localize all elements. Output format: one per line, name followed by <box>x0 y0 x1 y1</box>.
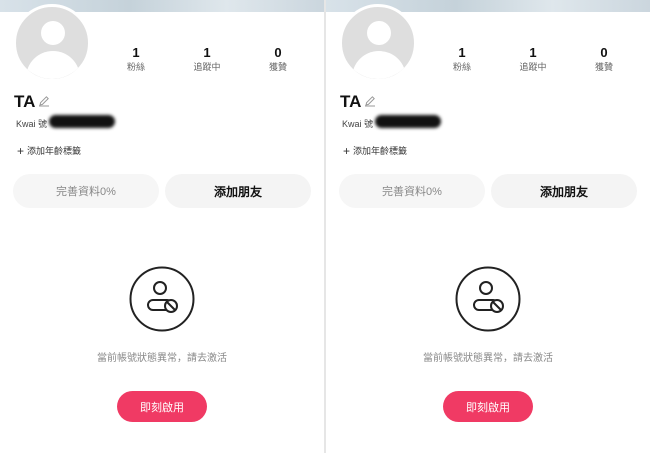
avatar-head-shape <box>367 21 391 45</box>
pencil-icon[interactable] <box>364 95 376 107</box>
kwai-id-redacted <box>375 115 441 128</box>
stat-label: 粉絲 <box>452 62 471 72</box>
profile-panel-left: 1 粉絲 1 追蹤中 0 獲贊 TA Kwai 號 + 添加年齡標籤 完善資料0… <box>0 0 324 453</box>
add-friend-button[interactable]: 添加朋友 <box>491 174 637 208</box>
plus-icon: + <box>343 143 351 158</box>
activate-button[interactable]: 即刻啟用 <box>117 391 207 422</box>
screenshot-comparison: 1 粉絲 1 追蹤中 0 獲贊 TA Kwai 號 + 添加年齡標籤 完善資料0… <box>0 0 650 453</box>
user-blocked-icon <box>129 266 195 332</box>
stat-label: 獲贊 <box>594 62 613 72</box>
profile-name: TA <box>340 92 362 111</box>
pencil-icon[interactable] <box>38 95 50 107</box>
stat-value: 0 <box>600 45 608 60</box>
stat-following[interactable]: 1 追蹤中 <box>503 46 563 73</box>
kwai-id-label: Kwai 號 <box>16 119 48 129</box>
kwai-id-label: Kwai 號 <box>342 119 374 129</box>
complete-profile-button[interactable]: 完善資料0% <box>339 174 485 208</box>
avatar[interactable] <box>13 4 91 82</box>
plus-icon: + <box>17 143 25 158</box>
user-blocked-icon <box>455 266 521 332</box>
profile-name: TA <box>14 92 36 111</box>
add-age-tag-label: 添加年齡標籤 <box>27 146 82 156</box>
stat-label: 追蹤中 <box>193 62 221 72</box>
avatar-body-shape <box>26 51 80 79</box>
stat-value: 1 <box>203 45 211 60</box>
add-friend-button[interactable]: 添加朋友 <box>165 174 311 208</box>
avatar-body-shape <box>352 51 406 79</box>
stat-label: 獲贊 <box>268 62 287 72</box>
stat-likes[interactable]: 0 獲贊 <box>574 46 634 73</box>
stat-value: 1 <box>132 45 140 60</box>
account-status-message: 當前帳號狀態異常，請去激活 <box>97 353 227 364</box>
kwai-id-redacted <box>49 115 115 128</box>
stat-value: 1 <box>529 45 537 60</box>
avatar-head-shape <box>41 21 65 45</box>
add-age-tag-label: 添加年齡標籤 <box>353 146 408 156</box>
stat-followers[interactable]: 1 粉絲 <box>106 46 166 73</box>
stat-followers[interactable]: 1 粉絲 <box>432 46 492 73</box>
add-age-tag-button[interactable]: + 添加年齡標籤 <box>17 144 81 157</box>
complete-profile-button[interactable]: 完善資料0% <box>13 174 159 208</box>
avatar[interactable] <box>339 4 417 82</box>
stat-following[interactable]: 1 追蹤中 <box>177 46 237 73</box>
add-age-tag-button[interactable]: + 添加年齡標籤 <box>343 144 407 157</box>
profile-panel-right: 1 粉絲 1 追蹤中 0 獲贊 TA Kwai 號 + 添加年齡標籤 完善資料0… <box>326 0 650 453</box>
stat-label: 追蹤中 <box>519 62 547 72</box>
activate-button[interactable]: 即刻啟用 <box>443 391 533 422</box>
account-status-message: 當前帳號狀態異常，請去激活 <box>423 353 553 364</box>
stat-value: 1 <box>458 45 466 60</box>
stat-value: 0 <box>274 45 282 60</box>
stat-likes[interactable]: 0 獲贊 <box>248 46 308 73</box>
stat-label: 粉絲 <box>126 62 145 72</box>
